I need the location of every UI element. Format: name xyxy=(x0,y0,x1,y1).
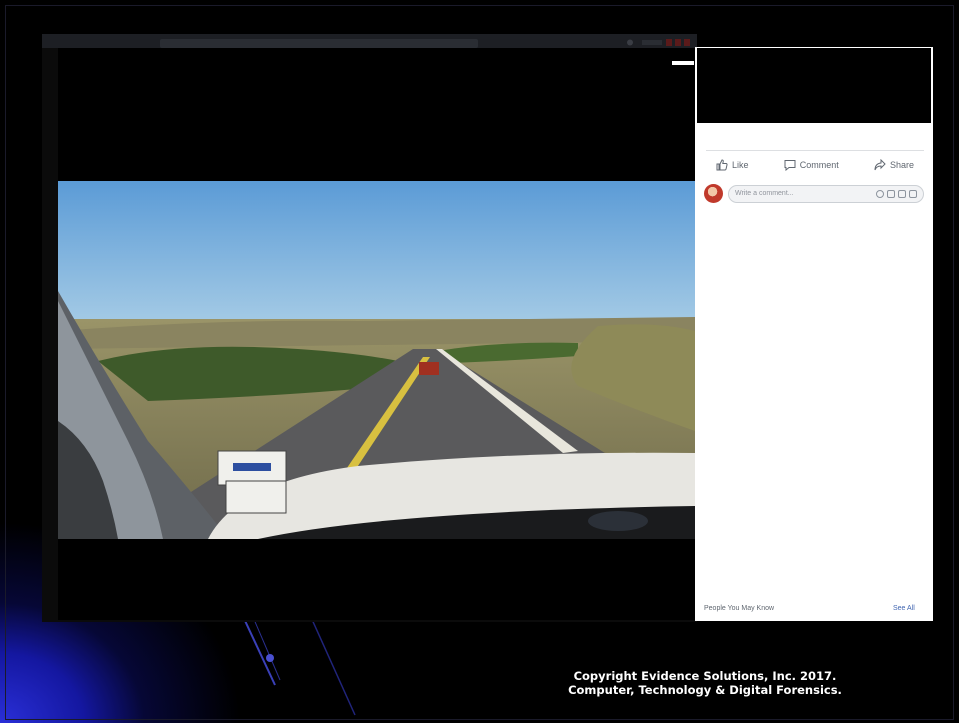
comment-input[interactable]: Write a comment... xyxy=(728,184,924,203)
redacted-post-header xyxy=(697,48,931,123)
comment-tools xyxy=(876,189,917,198)
avatar[interactable] xyxy=(704,184,723,203)
comment-composer: Write a comment... xyxy=(704,181,924,206)
road-photo[interactable] xyxy=(58,181,695,539)
copyright-notice: Copyright Evidence Solutions, Inc. 2017.… xyxy=(540,669,870,697)
people-you-may-know-heading: People You May Know xyxy=(704,605,775,612)
comment-label: Comment xyxy=(799,160,839,170)
copyright-line-1: Copyright Evidence Solutions, Inc. 2017. xyxy=(573,669,837,683)
sticker-icon[interactable] xyxy=(909,189,917,198)
emoji-icon[interactable] xyxy=(876,189,884,198)
share-icon xyxy=(874,159,886,171)
comment-placeholder: Write a comment... xyxy=(735,190,794,197)
close-icon[interactable] xyxy=(672,61,694,65)
like-label: Like xyxy=(732,160,749,170)
search-bar[interactable] xyxy=(160,39,478,48)
comment-button[interactable]: Comment xyxy=(774,159,849,171)
copyright-line-2: Computer, Technology & Digital Forensics… xyxy=(568,683,842,697)
slide-decoration-streak xyxy=(239,610,356,716)
share-label: Share xyxy=(889,160,914,170)
see-all-link[interactable]: See All xyxy=(893,605,915,612)
like-button[interactable]: Like xyxy=(706,159,759,171)
share-button[interactable]: Share xyxy=(864,159,924,171)
comment-icon xyxy=(784,160,796,171)
top-bar-icons xyxy=(627,39,690,46)
like-icon xyxy=(716,159,728,171)
facebook-side-panel xyxy=(695,47,933,621)
gif-icon[interactable] xyxy=(898,189,906,198)
post-actions-row: Like Comment Share xyxy=(706,150,924,179)
camera-icon[interactable] xyxy=(887,189,895,198)
